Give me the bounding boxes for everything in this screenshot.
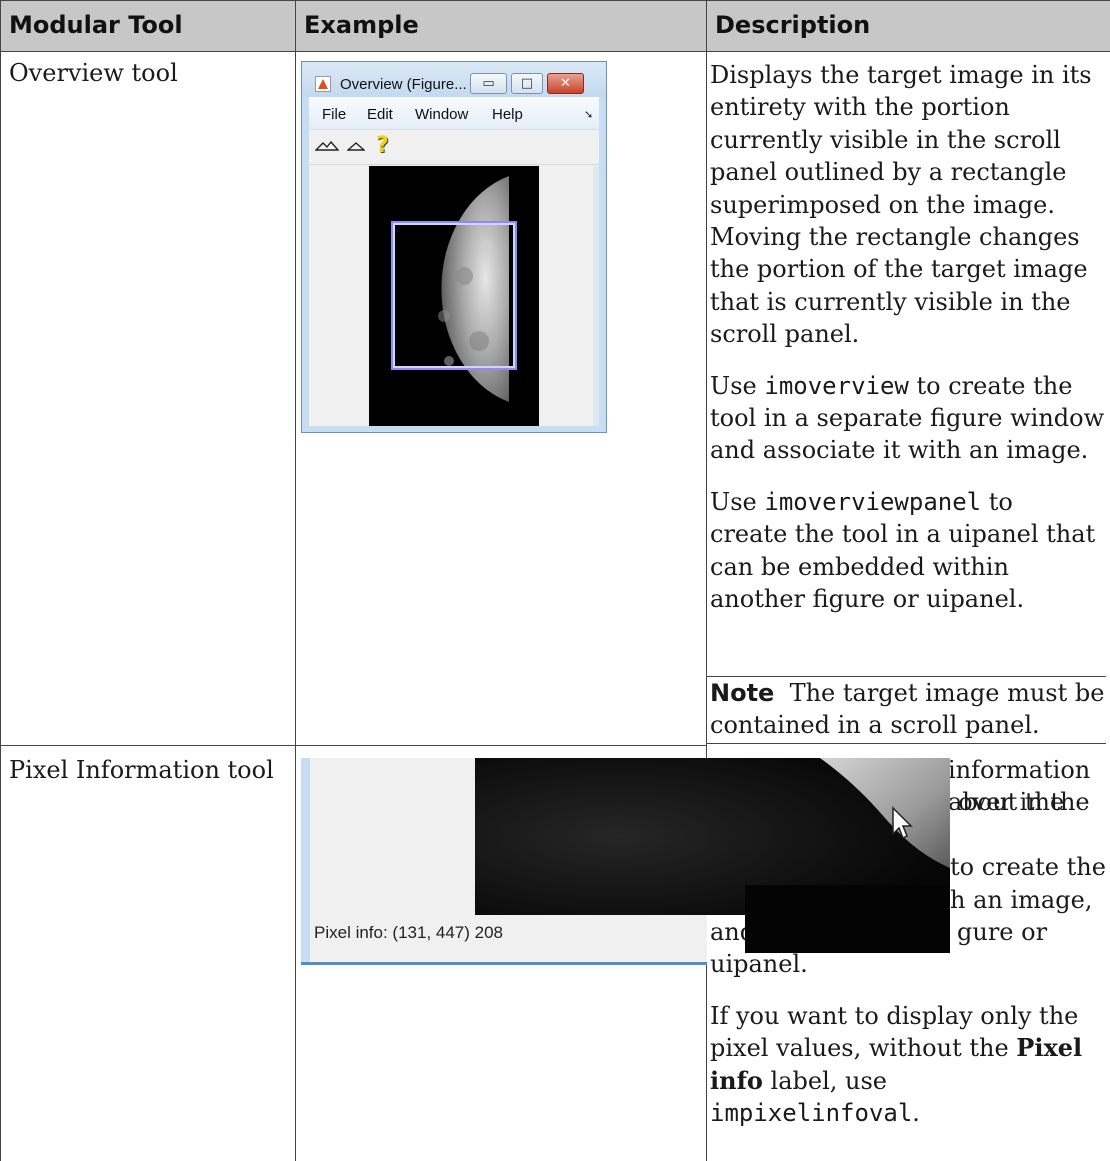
desc-line: entirety with the portion — [710, 93, 1010, 122]
header-bottom-border — [0, 51, 1110, 52]
desc-fragment: h an image, — [950, 885, 1093, 914]
note-text: The target image must be — [774, 679, 1105, 707]
menu-edit[interactable]: Edit — [367, 106, 393, 123]
menu-bar: File Edit Window Help ➘ — [309, 97, 599, 130]
description-para-imoverview: Use imoverview to create the tool in a s… — [710, 370, 1108, 467]
matlab-icon — [315, 76, 331, 92]
row-divider — [0, 745, 295, 746]
desc-line: scroll panel. — [710, 320, 860, 349]
menu-help[interactable]: Help — [492, 106, 523, 123]
desc-line: and associate it with an image. — [710, 436, 1089, 465]
desc-line: create the tool in a uipanel that — [710, 520, 1096, 549]
desc-text: . — [912, 1098, 920, 1127]
description-para-1: Displays the target image in its entiret… — [710, 59, 1108, 351]
note-label: Note — [710, 679, 775, 707]
desc-line: If you want to display only the — [710, 1001, 1079, 1030]
row-divider-example — [295, 745, 706, 746]
function-link-impixelinfoval[interactable]: impixelinfoval — [710, 1099, 912, 1127]
mouse-cursor-icon — [891, 806, 915, 846]
desc-line: can be embedded within — [710, 552, 1009, 581]
desc-text: Use — [710, 487, 765, 516]
desc-line: tool in a separate figure window — [710, 404, 1105, 433]
tool-name-label: Overview tool — [9, 59, 178, 87]
window-title: Overview (Figure... — [340, 76, 467, 93]
menu-window[interactable]: Window — [415, 106, 468, 123]
column-divider-2 — [706, 0, 707, 1161]
header-cell-example: Example — [295, 0, 706, 51]
function-link-imoverviewpanel[interactable]: imoverviewpanel — [764, 488, 981, 516]
overview-description: Displays the target image in its entiret… — [710, 59, 1108, 616]
minimize-button[interactable]: ▭ — [470, 73, 507, 94]
note-box: Note The target image must be contained … — [710, 677, 1108, 742]
desc-line: another figure or uipanel. — [710, 585, 1025, 614]
close-icon: ✕ — [560, 76, 571, 91]
note-bottom-border — [706, 743, 1106, 744]
menu-file[interactable]: File — [322, 106, 346, 123]
maximize-button[interactable]: □ — [511, 73, 543, 94]
moon-image — [369, 166, 539, 426]
desc-text: pixel values, without the — [710, 1034, 1017, 1063]
header-cell-tool: Modular Tool — [0, 0, 295, 51]
desc-fragment: to create the — [950, 853, 1106, 882]
window-client: File Edit Window Help ➘ ? — [309, 97, 599, 426]
desc-line: Moving the rectangle changes — [710, 223, 1080, 252]
header-label-example: Example — [304, 11, 419, 39]
note-text: contained in a scroll panel. — [710, 711, 1040, 740]
desc-fragment: uipanel. — [710, 950, 808, 979]
desc-text: label, use — [762, 1066, 887, 1095]
maximize-icon: □ — [520, 76, 534, 91]
table-left-border — [0, 0, 1, 1161]
minimize-icon: ▭ — [482, 76, 495, 91]
desc-line: that is currently visible in the — [710, 287, 1071, 316]
desc-line: superimposed on the image. — [710, 190, 1055, 219]
pixel-info-label: Pixel info: (131, 447) 208 — [314, 923, 504, 942]
desc-bold: Pixel — [1016, 1033, 1083, 1063]
desc-line: currently visible in the scroll — [710, 125, 1061, 154]
visible-region-rectangle[interactable] — [391, 221, 517, 370]
tool-name-overview: Overview tool — [9, 57, 178, 89]
overview-canvas — [309, 166, 599, 426]
chevron-right-icon[interactable]: ➘ — [584, 108, 593, 121]
function-link-imoverview[interactable]: imoverview — [764, 372, 909, 400]
zoom-out-icon[interactable] — [346, 138, 366, 156]
column-divider-1 — [295, 0, 296, 1161]
scrollbar[interactable] — [593, 166, 599, 426]
description-para-imoverviewpanel: Use imoverviewpanel to create the tool i… — [710, 486, 1108, 616]
desc-line: panel outlined by a rectangle — [710, 158, 1067, 187]
help-icon[interactable]: ? — [376, 133, 389, 158]
header-label-tool: Modular Tool — [9, 11, 183, 39]
desc-text: to create the — [908, 371, 1073, 400]
desc-line: the portion of the target image — [710, 255, 1088, 284]
desc-fragment: gure or — [957, 917, 1048, 946]
zoom-in-icon[interactable] — [314, 138, 340, 156]
header-cell-description: Description — [706, 0, 1110, 51]
pixel-info-frame-bottom — [301, 962, 707, 965]
close-button[interactable]: ✕ — [547, 73, 584, 94]
header-label-description: Description — [715, 11, 871, 39]
pixel-info-frame-edge — [301, 758, 310, 965]
window-titlebar: Overview (Figure... ▭ □ ✕ — [302, 62, 606, 97]
desc-bold: info — [710, 1065, 763, 1095]
toolbar: ? — [309, 130, 599, 165]
description-para-pixel-values: If you want to display only the pixel va… — [710, 1000, 1108, 1130]
desc-text: Use — [710, 371, 765, 400]
overview-window: Overview (Figure... ▭ □ ✕ File Edit Wind… — [301, 61, 607, 433]
zoomed-image-lower — [745, 885, 950, 953]
desc-line: Displays the target image in its — [710, 61, 1092, 89]
tool-name-pixel-info: Pixel Information tool — [9, 754, 274, 786]
desc-text: to — [981, 487, 1013, 516]
table-top-border — [0, 0, 1110, 1]
tool-name-label: Pixel Information tool — [9, 756, 274, 784]
